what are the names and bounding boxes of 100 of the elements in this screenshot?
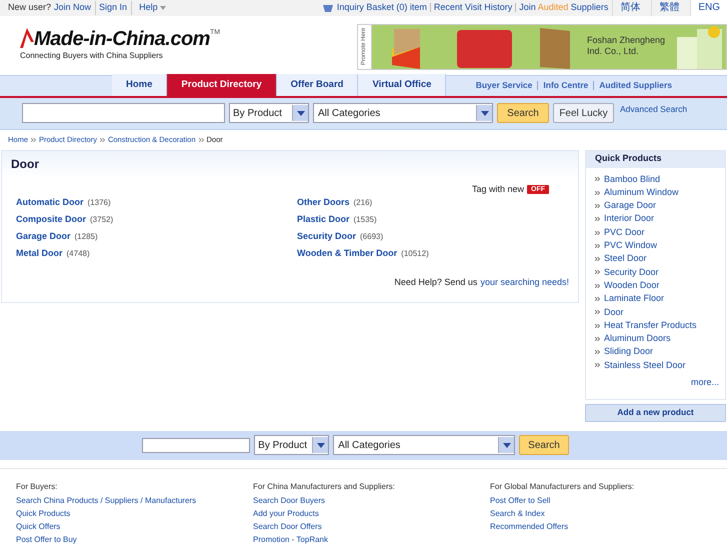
add-product-button[interactable]: Add a new product <box>585 404 726 422</box>
chevron-icon <box>595 336 600 341</box>
inquiry-basket-link[interactable]: Inquiry Basket (0) item <box>336 1 427 15</box>
chevron-icon <box>595 324 600 328</box>
quick-product-link[interactable]: Steel Door <box>604 252 647 266</box>
quick-product-link[interactable]: Heat Transfer Products <box>604 318 697 332</box>
footer-link[interactable]: Post Offer to Buy <box>16 535 253 545</box>
category-link[interactable]: Composite Door <box>16 213 86 227</box>
category-count: (10512) <box>401 248 429 260</box>
category-link[interactable]: Wooden & Timber Door <box>297 247 398 261</box>
account-link[interactable]: Join Now <box>54 1 96 15</box>
quick-product-link[interactable]: Aluminum Doors <box>604 332 671 346</box>
quick-product-link[interactable]: Bamboo Blind <box>604 172 660 186</box>
banner-company-text: Foshan Zhengheng Ind. Co., Ltd. <box>587 34 666 57</box>
searching-needs-link[interactable]: your searching needs! <box>480 276 569 290</box>
chevron-icon <box>595 204 600 208</box>
footer-column-title: For China Manufacturers and Suppliers: <box>253 481 396 493</box>
chevron-icon <box>595 296 600 301</box>
search-button[interactable]: Search <box>497 103 549 124</box>
chevron-icon <box>595 230 600 234</box>
chevron-icon <box>595 284 600 288</box>
footer-link[interactable]: Add your Products <box>253 509 490 519</box>
footer-link[interactable]: Promotion - TopRank <box>253 535 490 545</box>
service-link[interactable]: Audited Suppliers <box>599 78 672 92</box>
account-link[interactable]: Sign In <box>99 1 132 15</box>
category-link[interactable]: Other Doors <box>297 196 350 210</box>
nav-tab[interactable]: Product Directory <box>167 74 277 96</box>
chevron-icon <box>595 270 600 274</box>
footer-link[interactable]: Search Door Offers <box>253 522 490 532</box>
category-count: (216) <box>354 197 372 210</box>
footer-column-title: For Global Manufacturers and Suppliers: <box>490 481 636 493</box>
help-text: Need Help? Send us <box>394 276 478 290</box>
search-type-select[interactable]: By Product <box>229 103 309 124</box>
category-link[interactable]: Garage Door <box>16 230 71 244</box>
quick-product-link[interactable]: Door <box>604 306 624 320</box>
quick-product-link[interactable]: PVC Door <box>604 226 645 240</box>
category-count: (1285) <box>74 231 98 244</box>
chevron-icon <box>595 244 600 248</box>
chevron-icon <box>198 138 204 142</box>
quick-product-link[interactable]: Stainless Steel Door <box>604 358 686 372</box>
service-link[interactable]: Info Centre <box>543 78 588 92</box>
nav-tab[interactable]: Home <box>112 74 168 96</box>
quick-product-link[interactable]: Wooden Door <box>604 278 660 292</box>
logo-tagline: Connecting Buyers with China Suppliers <box>20 50 164 62</box>
category-link[interactable]: Security Door <box>297 230 356 244</box>
footer-link[interactable]: Post Offer to Sell <box>490 496 727 506</box>
category-count: (6693) <box>360 231 384 244</box>
quick-product-link[interactable]: Garage Door <box>604 199 656 213</box>
quick-product-link[interactable]: PVC Window <box>604 239 658 253</box>
chevron-icon <box>595 177 600 182</box>
footer-link[interactable]: Recommended Offers <box>490 522 727 532</box>
join-suppliers-link[interactable]: Join Audited Suppliers <box>519 1 608 15</box>
footer-link[interactable]: Search & Index <box>490 509 727 519</box>
basket-icon <box>322 2 334 13</box>
category-count: (3752) <box>90 214 114 226</box>
category-select[interactable]: All Categories <box>313 103 493 124</box>
quick-product-link[interactable]: Security Door <box>604 266 659 280</box>
category-count: (4748) <box>66 248 90 260</box>
chevron-icon <box>595 217 600 222</box>
search-type-select[interactable]: By Product <box>254 435 330 456</box>
footer-link[interactable]: Search Door Buyers <box>253 496 490 506</box>
section-title: Door <box>11 156 39 174</box>
quick-product-link[interactable]: Sliding Door <box>604 345 654 359</box>
help-link[interactable]: Help <box>139 1 166 15</box>
nav-tab[interactable]: Virtual Office <box>358 74 446 96</box>
advanced-search-link[interactable]: Advanced Search <box>620 103 688 116</box>
chevron-icon <box>100 138 105 142</box>
quick-product-link[interactable]: Laminate Floor <box>604 292 664 306</box>
quick-product-link[interactable]: Interior Door <box>604 212 654 226</box>
logo-text: Made-in-China.com <box>34 28 210 50</box>
more-link[interactable]: more... <box>690 376 719 390</box>
chevron-icon <box>595 257 600 262</box>
category-link[interactable]: Metal Door <box>16 247 63 261</box>
category-count: (1376) <box>88 197 111 210</box>
footer-link[interactable]: Quick Products <box>16 509 253 519</box>
nav-tab[interactable]: Offer Board <box>276 74 358 96</box>
service-link[interactable]: Buyer Service <box>476 78 532 92</box>
search-button[interactable]: Search <box>519 435 569 456</box>
language-tab[interactable]: ENG <box>690 0 727 16</box>
feel-lucky-button[interactable]: Feel Lucky <box>553 103 614 124</box>
category-count: (1535) <box>354 214 377 226</box>
footer-link[interactable]: Search China Products / Suppliers / Manufacturers <box>16 496 253 506</box>
greeting-text: New user? <box>8 1 52 14</box>
history-link[interactable]: Recent Visit History <box>434 1 512 15</box>
category-link[interactable]: Plastic Door <box>297 213 350 227</box>
chevron-icon <box>595 190 600 195</box>
chevron-icon <box>31 138 36 142</box>
tag-label: Tag with new <box>472 182 524 196</box>
chevron-icon <box>595 310 600 314</box>
search-field[interactable] <box>22 103 225 124</box>
quick-product-link[interactable]: Aluminum Window <box>604 186 679 200</box>
caret-icon <box>160 6 166 10</box>
category-select[interactable]: All Categories <box>333 435 516 456</box>
category-link[interactable]: Automatic Door <box>16 196 84 210</box>
chevron-icon <box>595 350 600 354</box>
logo-swoosh-icon <box>20 28 34 48</box>
search-field[interactable] <box>142 438 250 453</box>
chevron-icon <box>595 363 600 368</box>
footer-link[interactable]: Quick Offers <box>16 522 253 532</box>
quick-products-title: Quick Products <box>595 152 662 166</box>
